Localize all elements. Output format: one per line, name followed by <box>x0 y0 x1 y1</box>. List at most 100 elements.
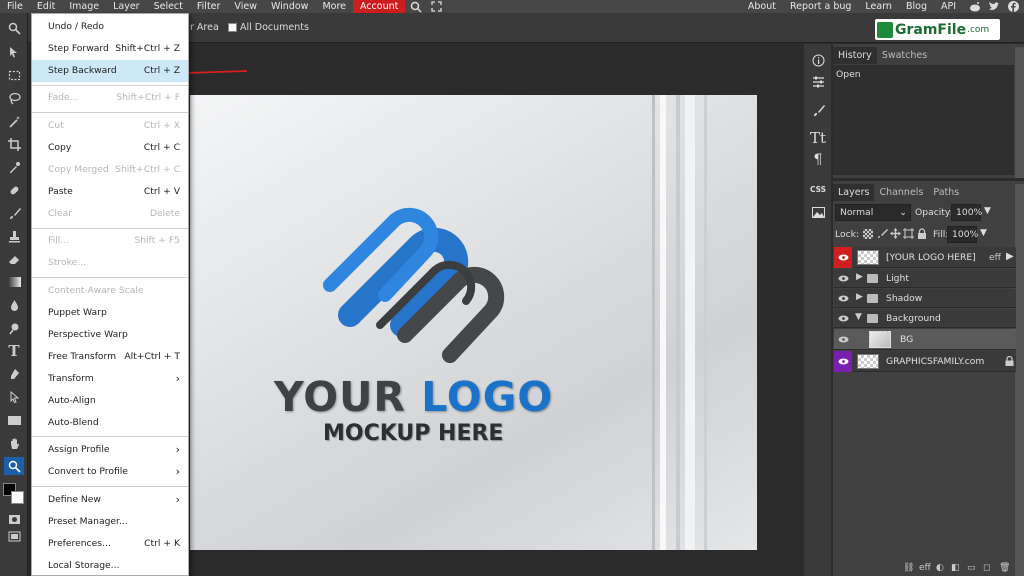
eye-icon[interactable] <box>834 247 852 268</box>
menu-item-perspective-warp[interactable]: Perspective Warp <box>32 324 188 346</box>
facebook-icon[interactable] <box>1006 1 1020 12</box>
menu-item-copy[interactable]: Copy Ctrl + C <box>32 137 188 159</box>
menu-item-define-new[interactable]: Define New › <box>32 489 188 511</box>
gradient-tool-icon[interactable] <box>4 273 24 291</box>
document-canvas[interactable]: YOUR LOGO MOCKUP HERE <box>190 95 757 550</box>
menu-item-cut[interactable]: Cut Ctrl + X <box>32 115 188 137</box>
menu-layer[interactable]: Layer <box>106 0 147 13</box>
move-tool-icon[interactable] <box>4 43 24 61</box>
shape-tool-icon[interactable] <box>4 411 24 429</box>
tab-history[interactable]: History <box>833 47 877 64</box>
menu-item-convert-to-profile[interactable]: Convert to Profile › <box>32 461 188 483</box>
lock-transparency-icon[interactable] <box>863 229 873 239</box>
menu-item-free-transform[interactable]: Free Transform Alt+Ctrl + T <box>32 346 188 368</box>
brush-settings-icon[interactable] <box>807 100 829 120</box>
menu-item-transform[interactable]: Transform › <box>32 368 188 390</box>
menu-edit[interactable]: Edit <box>30 0 62 13</box>
menu-account[interactable]: Account <box>353 0 406 13</box>
all-documents-checkbox[interactable] <box>228 23 237 32</box>
history-entry[interactable]: Open <box>833 65 1014 84</box>
tab-swatches[interactable]: Swatches <box>877 47 932 64</box>
lasso-tool-icon[interactable] <box>4 89 24 107</box>
healing-brush-icon[interactable] <box>4 181 24 199</box>
menu-filter[interactable]: Filter <box>190 0 228 13</box>
blend-mode-select[interactable]: Normal ⌄ <box>835 204 911 221</box>
pen-tool-icon[interactable] <box>4 365 24 383</box>
reddit-icon[interactable] <box>968 1 982 12</box>
layer-row[interactable]: [YOUR LOGO HERE] eff ▶ <box>834 247 1016 268</box>
eye-icon[interactable] <box>834 269 852 288</box>
crop-tool-icon[interactable] <box>4 135 24 153</box>
menu-select[interactable]: Select <box>147 0 190 13</box>
eye-icon[interactable] <box>834 329 852 350</box>
path-select-icon[interactable] <box>4 388 24 406</box>
brush-tool-icon[interactable] <box>4 204 24 222</box>
trash-icon[interactable]: 🗑 <box>999 563 1010 573</box>
twitter-icon[interactable] <box>987 1 1001 12</box>
hand-tool-icon[interactable] <box>4 434 24 452</box>
menu-item-fill[interactable]: Fill... Shift + F5 <box>32 230 188 252</box>
expand-folder-icon[interactable]: ▶ <box>856 272 863 282</box>
lock-pixels-icon[interactable] <box>877 228 888 242</box>
menu-item-fade[interactable]: Fade... Shift+Ctrl + F <box>32 87 188 109</box>
opacity-dropdown-icon[interactable]: ▼ <box>984 206 991 216</box>
layer-row[interactable]: ▼ Background <box>834 309 1016 328</box>
eye-icon[interactable] <box>834 289 852 308</box>
menu-item-content-aware-scale[interactable]: Content-Aware Scale <box>32 280 188 302</box>
menu-item-step-backward[interactable]: Step Backward Ctrl + Z <box>32 60 188 82</box>
eye-icon[interactable] <box>834 351 852 372</box>
css-button[interactable]: CSS <box>807 179 829 199</box>
menu-item-stroke[interactable]: Stroke... <box>32 252 188 274</box>
menu-item-copy-merged[interactable]: Copy Merged Shift+Ctrl + C <box>32 159 188 181</box>
lock-position-icon[interactable] <box>890 228 901 242</box>
magic-wand-icon[interactable] <box>4 112 24 130</box>
tab-channels[interactable]: Channels <box>874 184 928 201</box>
menu-learn[interactable]: Learn <box>858 0 899 13</box>
menu-item-preferences[interactable]: Preferences... Ctrl + K <box>32 533 188 555</box>
tab-paths[interactable]: Paths <box>928 184 964 201</box>
eraser-tool-icon[interactable] <box>4 250 24 268</box>
tab-layers[interactable]: Layers <box>833 184 875 201</box>
expand-effects-icon[interactable]: ▶ <box>1006 251 1014 262</box>
opacity-input[interactable]: 100% <box>951 204 982 221</box>
menu-report-bug[interactable]: Report a bug <box>783 0 858 13</box>
quick-mask-icon[interactable] <box>4 510 24 528</box>
menu-image[interactable]: Image <box>62 0 106 13</box>
layer-mask-icon[interactable]: ◧ <box>951 563 960 573</box>
menu-item-auto-blend[interactable]: Auto-Blend <box>32 412 188 434</box>
menu-item-step-forward[interactable]: Step Forward Shift+Ctrl + Z <box>32 38 188 60</box>
search-tool-icon[interactable] <box>4 19 24 37</box>
new-layer-icon[interactable]: ◻ <box>983 563 990 573</box>
zoom-tool-icon[interactable] <box>4 457 24 475</box>
menu-item-puppet-warp[interactable]: Puppet Warp <box>32 302 188 324</box>
search-icon[interactable] <box>407 0 425 13</box>
fill-input[interactable]: 100% <box>947 226 978 243</box>
menu-item-local-storage[interactable]: Local Storage... <box>32 555 188 576</box>
layer-row[interactable]: ▶ Light <box>834 269 1016 288</box>
menu-more[interactable]: More <box>315 0 353 13</box>
background-color-swatch[interactable] <box>11 491 24 504</box>
menu-item-preset-manager[interactable]: Preset Manager... <box>32 511 188 533</box>
blur-tool-icon[interactable] <box>4 296 24 314</box>
adjustments-icon[interactable] <box>807 72 829 92</box>
image-icon[interactable] <box>807 202 829 222</box>
eye-icon[interactable] <box>834 309 852 328</box>
menu-item-auto-align[interactable]: Auto-Align <box>32 390 188 412</box>
menu-about[interactable]: About <box>741 0 783 13</box>
layers-scrollbar[interactable] <box>1015 184 1024 576</box>
menu-window[interactable]: Window <box>264 0 315 13</box>
menu-file[interactable]: File <box>0 0 30 13</box>
fullscreen-icon[interactable] <box>427 0 445 13</box>
expand-folder-icon[interactable]: ▶ <box>856 292 863 302</box>
menu-api[interactable]: API <box>934 0 963 13</box>
menu-item-assign-profile[interactable]: Assign Profile › <box>32 439 188 461</box>
lock-all-icon[interactable] <box>917 228 927 242</box>
layer-row[interactable]: BG <box>834 329 1016 350</box>
lock-artboard-icon[interactable] <box>903 228 914 242</box>
new-group-icon[interactable]: ▭ <box>967 563 976 573</box>
fill-dropdown-icon[interactable]: ▼ <box>980 228 987 238</box>
dodge-tool-icon[interactable] <box>4 319 24 337</box>
layer-effects-button[interactable]: eff <box>919 563 931 573</box>
stamp-tool-icon[interactable] <box>4 227 24 245</box>
menu-view[interactable]: View <box>227 0 264 13</box>
